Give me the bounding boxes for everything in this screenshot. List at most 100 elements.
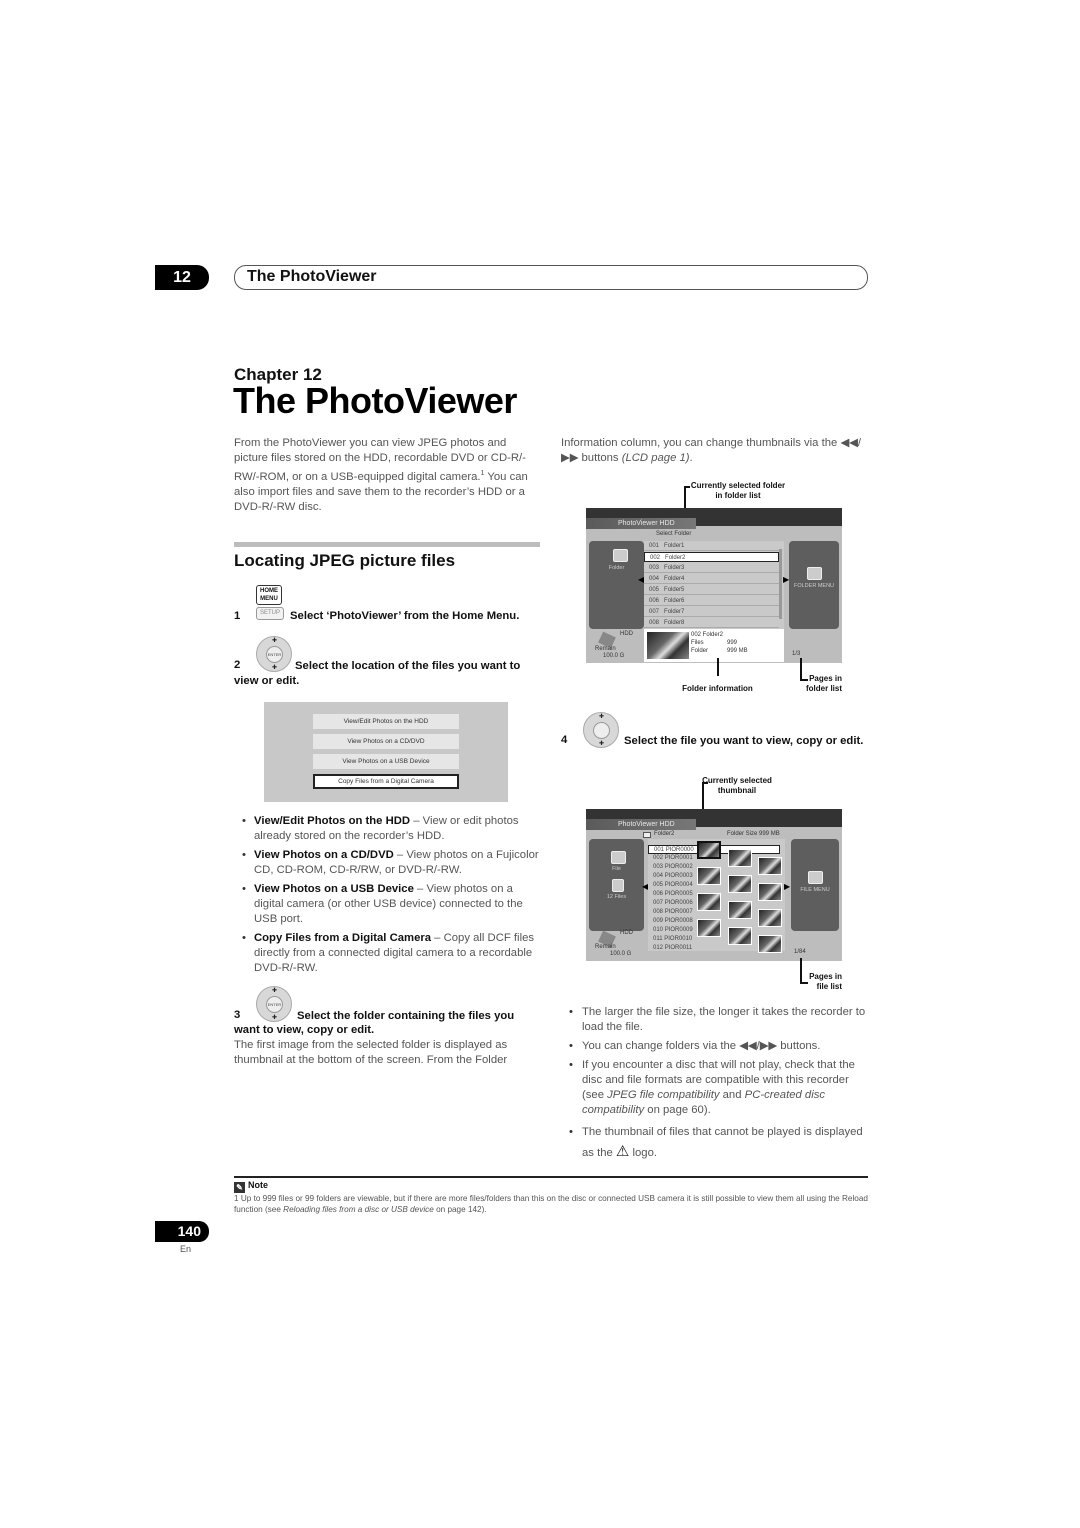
step-3-text: Select the folder containing the files y… <box>234 1010 515 1036</box>
thumbnail[interactable] <box>758 935 782 953</box>
step-2-text: Select the location of the files you wan… <box>234 660 521 687</box>
thumbnail[interactable] <box>728 901 752 919</box>
bullet-term: Copy Files from a Digital Camera <box>254 932 432 944</box>
thumbnail-selected[interactable] <box>697 841 721 859</box>
step-1-text: Select ‘PhotoViewer’ from the Home Menu. <box>290 610 520 622</box>
note-divider <box>234 1176 868 1178</box>
file-count: 12 Files <box>606 894 627 900</box>
footnote-ref-title: Reloading files from a disc or USB devic… <box>283 1205 434 1214</box>
step-1-number: 1 <box>234 610 241 622</box>
screen-title: PhotoViewer HDD <box>586 819 696 830</box>
folder-menu-label: FOLDER MENU <box>793 583 835 589</box>
info-size-value: 999 MB <box>727 648 748 654</box>
list-item: Copy Files from a Digital Camera – Copy … <box>234 931 544 976</box>
menu-option-copy-camera[interactable]: Copy Files from a Digital Camera <box>313 774 459 789</box>
remain-value: 100.0 G <box>603 653 625 659</box>
folder-row-selected[interactable]: 002 Folder2 <box>644 552 779 562</box>
tip-text: logo. <box>629 1147 658 1159</box>
running-title: The PhotoViewer <box>234 265 868 290</box>
scrollbar[interactable] <box>779 549 782 619</box>
tips-list: The larger the file size, the longer it … <box>561 1005 873 1167</box>
remain-label: Remain <box>595 944 616 950</box>
file-list: 001 PIOR0000 002 PIOR0001 003 PIOR0002 0… <box>648 839 785 953</box>
folder-row[interactable]: 005 Folder5 <box>644 585 779 595</box>
left-panel-label: Folder <box>608 565 625 571</box>
page-indicator: 1/3 <box>792 651 801 657</box>
folder-menu-icon <box>807 567 822 580</box>
callout-folder-info: Folder information <box>682 684 753 693</box>
file-menu-label: FILE MENU <box>800 887 830 893</box>
thumbnail[interactable] <box>758 857 782 875</box>
folder-row[interactable]: 008 Folder8 <box>644 618 779 628</box>
section-divider <box>234 542 540 547</box>
home-menu-screenshot: View/Edit Photos on the HDD View Photos … <box>264 702 508 802</box>
list-item: The thumbnail of files that cannot be pl… <box>561 1122 873 1163</box>
thumbnail[interactable] <box>697 893 721 911</box>
file-icon <box>611 851 626 864</box>
callout-line <box>800 658 802 680</box>
location-options-list: View/Edit Photos on the HDD – View or ed… <box>234 814 544 980</box>
right-panel: FILE MENU <box>791 839 839 931</box>
folder-select-screenshot: PhotoViewer HDD Select Folder Folder ◀ 0… <box>586 508 842 663</box>
left-panel: File 12 Files <box>589 839 644 931</box>
right-arrow-icon[interactable]: ▶ <box>784 882 790 891</box>
lcd-page-ref: (LCD page 1) <box>621 452 690 464</box>
list-item: View/Edit Photos on the HDD – View or ed… <box>234 814 544 844</box>
callout-pages-folder: Pages in folder list <box>806 674 843 693</box>
device-label: HDD <box>620 930 633 936</box>
file-menu-icon <box>808 871 823 884</box>
page-language: En <box>180 1244 192 1254</box>
bullet-term: View Photos on a USB Device <box>254 883 414 895</box>
folder-thumbnail <box>646 631 690 660</box>
info-files-label: Files <box>691 640 704 646</box>
folder-row[interactable]: 003 Folder3 <box>644 563 779 573</box>
step-3-description: The first image from the selected folder… <box>234 1039 508 1066</box>
note-pencil-icon: ✎ <box>234 1182 245 1193</box>
menu-option-cd-dvd[interactable]: View Photos on a CD/DVD <box>313 734 459 749</box>
bullet-term: View/Edit Photos on the HDD <box>254 815 411 827</box>
right-intro: Information column, you can change thumb… <box>561 436 871 466</box>
info-files-value: 999 <box>727 640 738 646</box>
info-size-label: Folder <box>691 648 709 654</box>
folder-icon <box>643 832 651 838</box>
setup-key-icon: SETUP <box>256 607 284 620</box>
folder-row[interactable]: 004 Folder4 <box>644 574 779 584</box>
remain-value: 100.0 G <box>610 951 632 957</box>
remain-label: Remain <box>595 646 616 652</box>
file-select-screenshot: PhotoViewer HDD Folder2 Folder Size 999 … <box>586 809 842 961</box>
callout-line <box>717 658 719 676</box>
right-intro-end: . <box>689 452 693 464</box>
thumbnail[interactable] <box>728 875 752 893</box>
note-label: Note <box>248 1180 268 1190</box>
folder-row[interactable]: 001 Folder1 <box>644 541 779 551</box>
thumbnail[interactable] <box>728 849 752 867</box>
home-menu-key-icon: HOME MENU <box>256 585 282 605</box>
file-label: File <box>612 866 621 872</box>
callout-line <box>800 958 802 983</box>
right-intro-text: Information column, you can change thumb… <box>561 437 861 464</box>
info-folder-name: 002 Folder2 <box>691 632 724 638</box>
page-number: 140 <box>155 1221 209 1242</box>
menu-option-hdd[interactable]: View/Edit Photos on the HDD <box>313 714 459 729</box>
callout-selected-folder: Currently selected folder in folder list <box>690 481 786 500</box>
list-header: Select Folder <box>656 531 692 537</box>
thumbnail[interactable] <box>758 909 782 927</box>
screen-title: PhotoViewer HDD <box>586 518 696 529</box>
page-indicator: 1/84 <box>794 949 806 955</box>
folder-row[interactable]: 007 Folder7 <box>644 607 779 617</box>
thumbnail[interactable] <box>758 883 782 901</box>
thumbnail[interactable] <box>728 927 752 945</box>
list-item: The larger the file size, the longer it … <box>561 1005 873 1035</box>
ref-jpeg-compat: JPEG file compatibility <box>607 1089 720 1101</box>
section-title: Locating JPEG picture files <box>234 551 456 570</box>
list-item: View Photos on a CD/DVD – View photos on… <box>234 848 544 878</box>
menu-option-usb[interactable]: View Photos on a USB Device <box>313 754 459 769</box>
footnote: 1 Up to 999 files or 99 folders are view… <box>234 1193 874 1215</box>
thumbnail[interactable] <box>697 919 721 937</box>
note-heading: ✎ Note <box>234 1180 268 1193</box>
device-label: HDD <box>620 631 633 637</box>
left-panel: Folder <box>589 541 644 629</box>
current-folder-name: Folder2 <box>654 831 675 837</box>
folder-row[interactable]: 006 Folder6 <box>644 596 779 606</box>
thumbnail[interactable] <box>697 867 721 885</box>
